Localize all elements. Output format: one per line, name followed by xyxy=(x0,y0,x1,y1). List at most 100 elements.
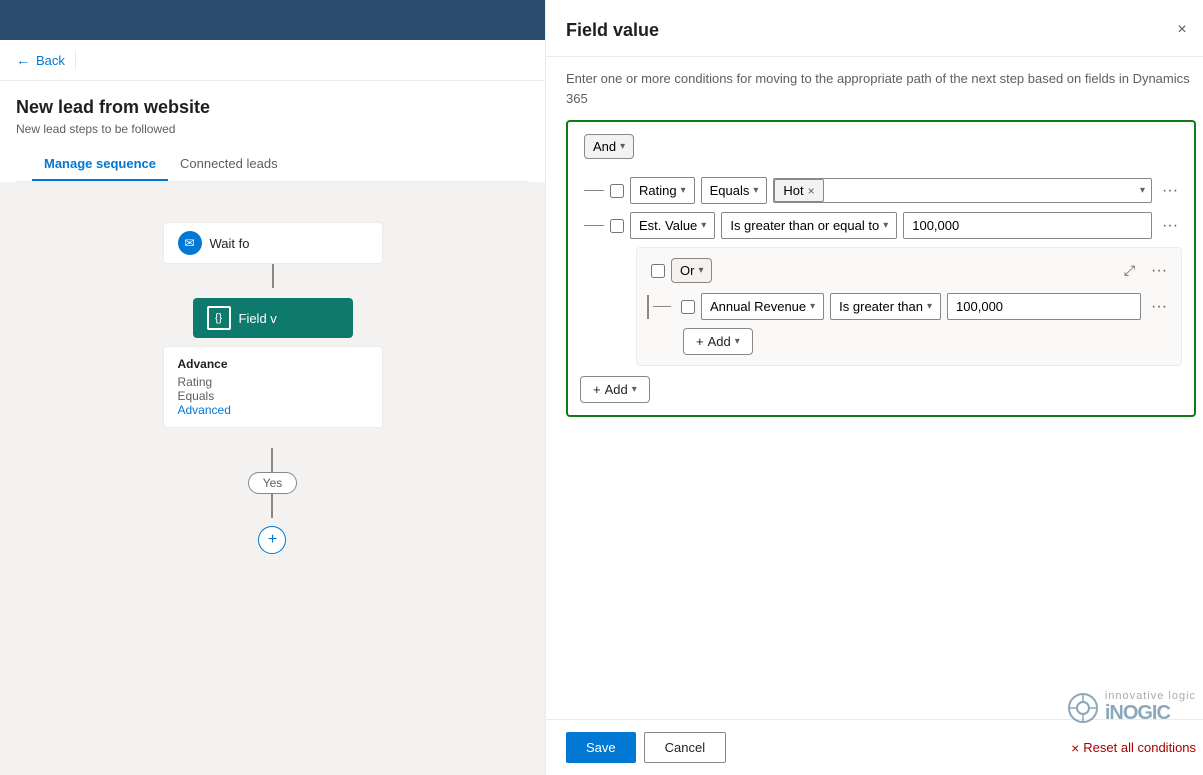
nested-group-checkbox[interactable] xyxy=(651,264,665,278)
value-input-2[interactable] xyxy=(903,212,1152,239)
advanced-box: Advance Rating Equals Advanced xyxy=(163,346,383,428)
nested-field-chevron-1: ▾ xyxy=(810,301,815,312)
field-label-2: Est. Value xyxy=(639,218,697,233)
canvas-bottom: Advance Rating Equals Advanced Yes + xyxy=(20,346,525,554)
watermark-brand: iNOGIC xyxy=(1105,702,1196,725)
nested-operator-label-1: Is greater than xyxy=(839,299,923,314)
field-chevron-1: ▾ xyxy=(681,185,686,196)
tab-connected-leads[interactable]: Connected leads xyxy=(168,148,290,181)
reset-x-icon: × xyxy=(1071,740,1079,756)
condition-container: And ▾ Rating ▾ Equals ▾ Hot xyxy=(566,120,1196,417)
watermark: innovative logic iNOGIC xyxy=(1067,690,1196,725)
page-subtitle: New lead steps to be followed xyxy=(16,122,529,136)
operator-dropdown-2[interactable]: Is greater than or equal to ▾ xyxy=(721,212,897,239)
modal-title: Field value xyxy=(566,20,659,41)
nested-add-chevron-icon: ▾ xyxy=(735,336,740,347)
tabs-area: Manage sequence Connected leads xyxy=(16,136,529,182)
or-chevron-icon: ▾ xyxy=(698,265,703,276)
wait-node-label: Wait fo xyxy=(210,236,250,251)
outer-add-wrapper: + Add ▾ xyxy=(580,376,1182,403)
nested-more-button-1[interactable]: ··· xyxy=(1147,295,1171,319)
back-arrow-icon: ← xyxy=(16,52,30,68)
field-chevron-2: ▾ xyxy=(701,220,706,231)
close-button[interactable]: × xyxy=(1168,16,1196,44)
modal-header: Field value × xyxy=(546,0,1203,57)
watermark-tagline: innovative logic xyxy=(1105,690,1196,702)
nested-row-lines xyxy=(647,295,675,319)
modal-footer: Save Cancel × Reset all conditions xyxy=(546,719,1203,775)
equals-value: Equals xyxy=(178,389,368,403)
page-title: New lead from website xyxy=(16,97,529,118)
outer-add-plus-icon: + xyxy=(593,382,601,397)
nested-operator-dropdown-1[interactable]: Is greater than ▾ xyxy=(830,293,941,320)
field-node-label: Field v xyxy=(239,311,277,326)
canvas-area: ✉ Wait fo {} Field v Advance Rating Equa… xyxy=(0,182,545,775)
tag-remove-hot[interactable]: × xyxy=(808,184,815,198)
more-button-2[interactable]: ··· xyxy=(1158,214,1182,238)
nested-checkbox-1[interactable] xyxy=(681,300,695,314)
field-node: {} Field v xyxy=(193,298,353,338)
cancel-button[interactable]: Cancel xyxy=(644,732,726,763)
operator-label-2: Is greater than or equal to xyxy=(730,218,879,233)
back-bar: ← Back xyxy=(0,40,545,81)
nested-group: Or ▾ ⤢ ··· xyxy=(636,247,1182,366)
tab-manage-sequence[interactable]: Manage sequence xyxy=(32,148,168,181)
and-chevron-icon: ▾ xyxy=(620,141,625,152)
field-icon: {} xyxy=(207,306,231,330)
back-divider xyxy=(75,50,76,70)
operator-dropdown-1[interactable]: Equals ▾ xyxy=(701,177,768,204)
value-chevron-1: ▾ xyxy=(1140,185,1151,196)
nested-field-label-1: Annual Revenue xyxy=(710,299,806,314)
row-connector-1 xyxy=(584,190,604,191)
row-connector-2 xyxy=(584,225,604,226)
connector-2 xyxy=(271,448,273,472)
horiz-line xyxy=(653,306,671,307)
and-label: And xyxy=(593,139,616,154)
nested-add-button[interactable]: + Add ▾ xyxy=(683,328,753,355)
nested-add-label: Add xyxy=(708,334,731,349)
nested-operator-chevron-1: ▾ xyxy=(927,301,932,312)
watermark-icon-wrapper: innovative logic iNOGIC xyxy=(1067,690,1196,725)
collapse-icon[interactable]: ⤢ xyxy=(1124,262,1135,279)
wait-node: ✉ Wait fo xyxy=(163,222,383,264)
field-dropdown-2[interactable]: Est. Value ▾ xyxy=(630,212,715,239)
nested-more-button[interactable]: ··· xyxy=(1147,259,1171,283)
or-dropdown[interactable]: Or ▾ xyxy=(671,258,712,283)
and-operator-row: And ▾ xyxy=(580,134,1182,169)
nested-value-input-1[interactable] xyxy=(947,293,1141,320)
more-button-1[interactable]: ··· xyxy=(1158,179,1182,203)
save-button[interactable]: Save xyxy=(566,732,636,763)
nested-condition-row-1: Annual Revenue ▾ Is greater than ▾ ··· xyxy=(647,293,1171,320)
reset-link[interactable]: × Reset all conditions xyxy=(1071,740,1196,756)
field-dropdown-1[interactable]: Rating ▾ xyxy=(630,177,695,204)
nested-add-plus-icon: + xyxy=(696,334,704,349)
tag-text-hot: Hot xyxy=(783,183,803,198)
condition-checkbox-2[interactable] xyxy=(610,219,624,233)
outer-add-label: Add xyxy=(605,382,628,397)
watermark-text-wrapper: innovative logic iNOGIC xyxy=(1105,690,1196,725)
or-label: Or xyxy=(680,263,694,278)
add-circle-button[interactable]: + xyxy=(258,526,286,554)
reset-label: Reset all conditions xyxy=(1083,740,1196,755)
condition-checkbox-1[interactable] xyxy=(610,184,624,198)
operator-label-1: Equals xyxy=(710,183,750,198)
advanced-link[interactable]: Advanced xyxy=(178,403,368,417)
footer-buttons: Save Cancel xyxy=(566,732,726,763)
back-button[interactable]: ← Back xyxy=(16,52,65,68)
modal-description: Enter one or more conditions for moving … xyxy=(546,57,1203,120)
outer-add-button[interactable]: + Add ▾ xyxy=(580,376,650,403)
nested-field-dropdown-1[interactable]: Annual Revenue ▾ xyxy=(701,293,824,320)
inocic-logo-icon xyxy=(1067,692,1099,724)
operator-chevron-2: ▾ xyxy=(883,220,888,231)
page-title-area: New lead from website New lead steps to … xyxy=(0,81,545,182)
condition-row-2: Est. Value ▾ Is greater than or equal to… xyxy=(580,212,1182,239)
value-tag-hot: Hot × xyxy=(774,179,823,202)
rating-value: Rating xyxy=(178,375,368,389)
left-panel: ← Back New lead from website New lead st… xyxy=(0,0,545,775)
operator-chevron-1: ▾ xyxy=(753,185,758,196)
and-dropdown[interactable]: And ▾ xyxy=(584,134,634,159)
advanced-rating-label: Advance xyxy=(178,357,368,371)
condition-row-1: Rating ▾ Equals ▾ Hot × ▾ ··· xyxy=(580,177,1182,204)
or-checkbox-row: Or ▾ ⤢ ··· xyxy=(647,258,1171,283)
back-label: Back xyxy=(36,53,65,68)
